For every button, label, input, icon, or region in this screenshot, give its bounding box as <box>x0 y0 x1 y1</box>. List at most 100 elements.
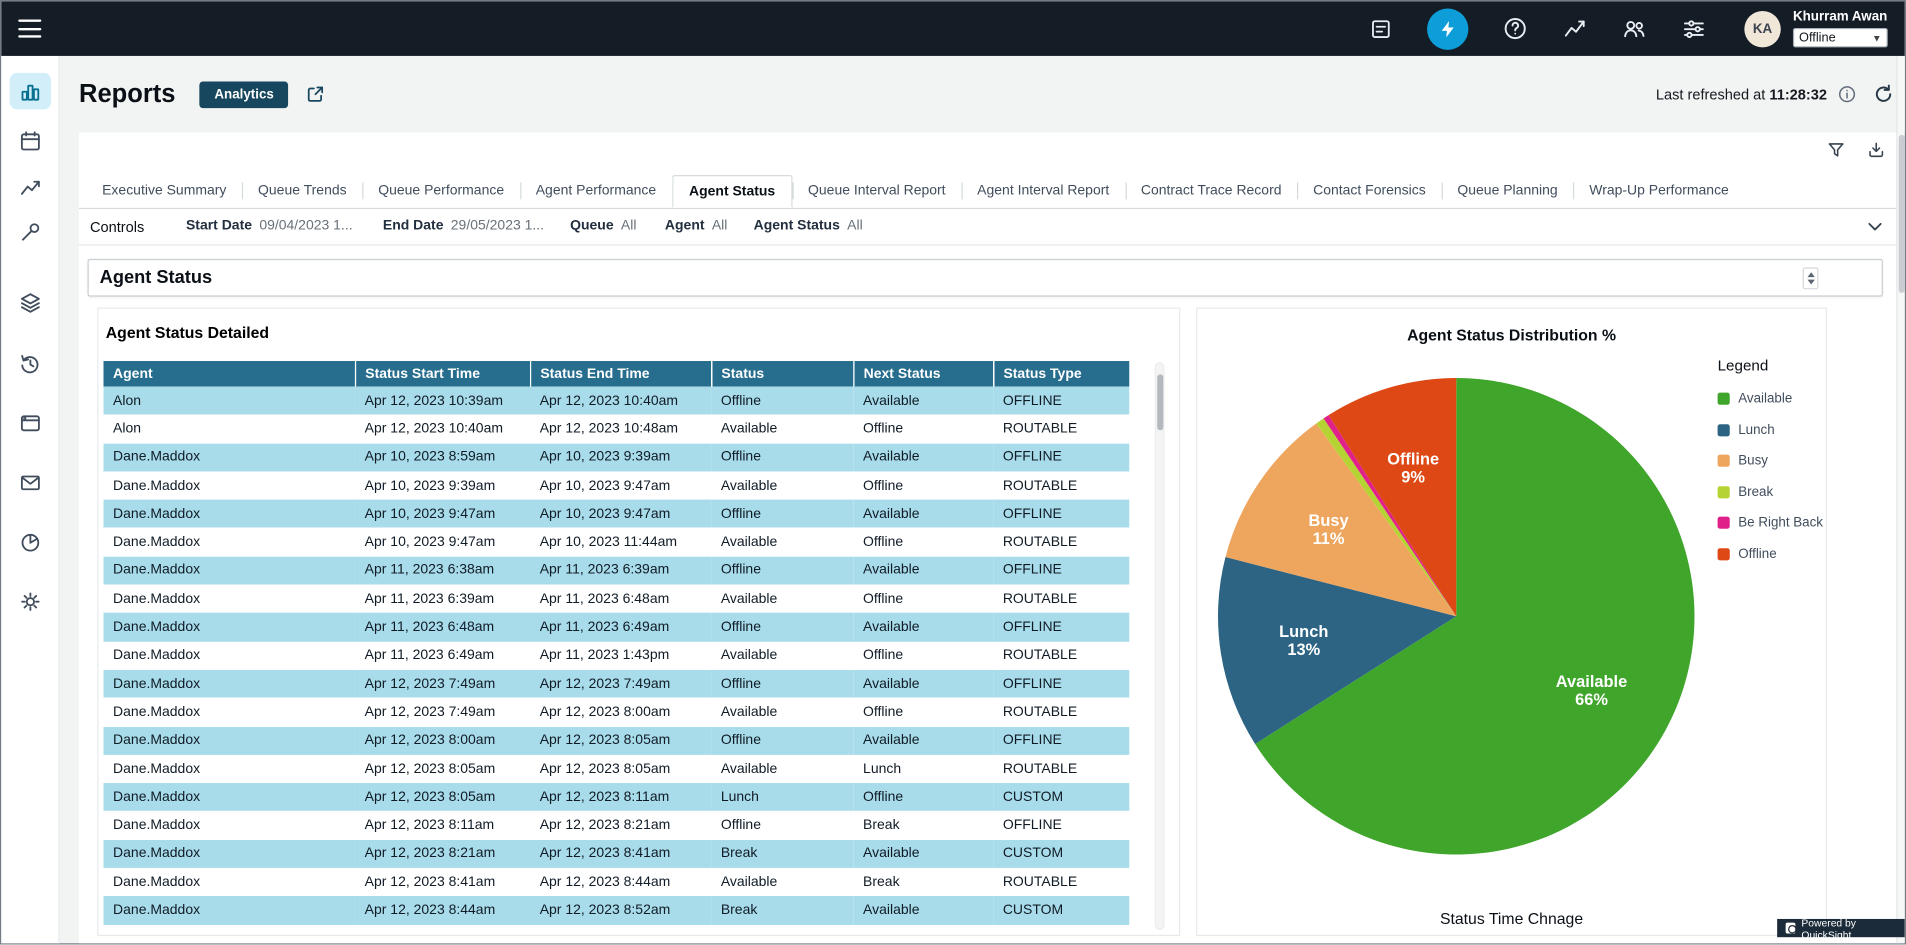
sidebar-item-browser-window[interactable] <box>10 405 51 441</box>
table-cell: Break <box>711 896 853 924</box>
tab-queue-performance[interactable]: Queue Performance <box>362 175 519 208</box>
table-cell: Apr 10, 2023 9:47am <box>355 500 530 528</box>
table-cell: Apr 12, 2023 8:00am <box>530 698 711 726</box>
table-cell: Available <box>711 698 853 726</box>
table-cell: Break <box>853 868 993 896</box>
control-end-date[interactable]: End Date29/05/2023 1... <box>383 219 544 234</box>
agent-status-distribution-panel: Agent Status Distribution % Legend Avail… <box>1196 308 1827 936</box>
control-value: All <box>712 219 728 234</box>
legend-item-busy[interactable]: Busy <box>1718 453 1827 468</box>
filter-icon[interactable] <box>1826 140 1847 161</box>
table-cell: Available <box>711 755 853 783</box>
tab-queue-trends[interactable]: Queue Trends <box>242 175 362 208</box>
table-cell: Offline <box>853 641 993 669</box>
user-status-select[interactable]: Offline ▼ <box>1793 28 1888 47</box>
sidebar-item-tools[interactable] <box>10 214 51 250</box>
legend-item-lunch[interactable]: Lunch <box>1718 422 1827 437</box>
table-cell: OFFLINE <box>993 443 1129 471</box>
tab-contract-trace-record[interactable]: Contract Trace Record <box>1125 175 1297 208</box>
download-icon[interactable] <box>1866 140 1887 161</box>
menu-icon[interactable] <box>18 19 41 37</box>
sidebar-item-gear[interactable] <box>10 583 51 619</box>
control-agent[interactable]: AgentAll <box>665 219 727 234</box>
settings-sliders-icon[interactable] <box>1680 15 1707 42</box>
column-header-status-type[interactable]: Status Type <box>993 361 1129 387</box>
legend-item-available[interactable]: Available <box>1718 391 1827 406</box>
users-icon[interactable] <box>1620 15 1647 42</box>
table-row: Dane.MaddoxApr 10, 2023 9:39amApr 10, 20… <box>103 472 1129 500</box>
column-header-status-start-time[interactable]: Status Start Time <box>355 361 530 387</box>
table-scrollbar-thumb[interactable] <box>1157 374 1163 430</box>
controls-label: Controls <box>90 219 144 236</box>
stepper-control[interactable] <box>1803 267 1819 289</box>
analytics-button[interactable]: Analytics <box>200 81 289 108</box>
pie-chart: Available66%Lunch13%Busy11%Offline9% <box>1214 374 1698 858</box>
column-header-status[interactable]: Status <box>711 361 853 387</box>
legend-item-be-right-back[interactable]: Be Right Back <box>1718 515 1827 530</box>
sidebar-item-pie-usage[interactable] <box>10 524 51 560</box>
page-scrollbar-thumb[interactable] <box>1898 135 1904 293</box>
avatar[interactable]: KA <box>1744 11 1780 47</box>
agent-status-table: AgentStatus Start TimeStatus End TimeSta… <box>103 361 1129 925</box>
metrics-icon[interactable] <box>1561 15 1588 42</box>
table-cell: Dane.Maddox <box>103 443 355 471</box>
control-value: All <box>847 219 863 234</box>
column-header-agent[interactable]: Agent <box>103 361 355 387</box>
table-cell: ROUTABLE <box>993 868 1129 896</box>
control-label: Queue <box>570 219 614 234</box>
page-scrollbar[interactable] <box>1896 56 1905 945</box>
sidebar-item-history[interactable] <box>10 345 51 381</box>
tab-wrap-up-performance[interactable]: Wrap-Up Performance <box>1573 175 1744 208</box>
info-icon[interactable] <box>1838 85 1856 103</box>
control-start-date[interactable]: Start Date09/04/2023 1... <box>186 219 353 234</box>
table-cell: OFFLINE <box>993 670 1129 698</box>
legend-item-break[interactable]: Break <box>1718 484 1827 499</box>
pie-label-busy: Busy11% <box>1308 512 1349 548</box>
table-row: Dane.MaddoxApr 12, 2023 8:11amApr 12, 20… <box>103 811 1129 839</box>
tab-queue-interval-report[interactable]: Queue Interval Report <box>792 175 961 208</box>
sidebar-item-calendar[interactable] <box>10 123 51 159</box>
flash-icon[interactable] <box>1427 8 1468 49</box>
table-scrollbar[interactable] <box>1155 362 1165 930</box>
table-cell: Dane.Maddox <box>103 528 355 556</box>
table-cell: Available <box>853 896 993 924</box>
sidebar-item-analytics-bars[interactable] <box>10 73 51 109</box>
refresh-icon[interactable] <box>1872 83 1895 106</box>
tab-executive-summary[interactable]: Executive Summary <box>86 175 242 208</box>
table-cell: Lunch <box>711 783 853 811</box>
tab-queue-planning[interactable]: Queue Planning <box>1442 175 1574 208</box>
column-header-status-end-time[interactable]: Status End Time <box>530 361 711 387</box>
table-cell: OFFLINE <box>993 387 1129 415</box>
tab-agent-interval-report[interactable]: Agent Interval Report <box>961 175 1125 208</box>
legend-label: Break <box>1738 484 1773 499</box>
tab-agent-status[interactable]: Agent Status <box>672 175 792 208</box>
task-icon[interactable] <box>1368 15 1395 42</box>
table-cell: Offline <box>711 443 853 471</box>
sidebar-item-mail[interactable] <box>10 464 51 500</box>
control-value: All <box>621 219 637 234</box>
tab-agent-performance[interactable]: Agent Performance <box>520 175 672 208</box>
control-queue[interactable]: Queue All <box>570 219 636 234</box>
sidebar <box>1 56 59 945</box>
controls-chevron-down-icon[interactable] <box>1866 218 1884 236</box>
control-label: Agent Status <box>754 219 840 234</box>
legend-label: Lunch <box>1738 422 1774 437</box>
table-cell: Offline <box>711 811 853 839</box>
legend-item-offline[interactable]: Offline <box>1718 546 1827 561</box>
table-cell: Offline <box>711 500 853 528</box>
table-cell: Apr 12, 2023 8:21am <box>530 811 711 839</box>
user-name: Khurram Awan <box>1793 10 1888 25</box>
external-link-icon[interactable] <box>305 84 326 105</box>
user-block: KA Khurram Awan Offline ▼ <box>1744 10 1887 48</box>
help-icon[interactable] <box>1501 15 1528 42</box>
browser-window-icon <box>18 411 42 435</box>
table-cell: Apr 12, 2023 8:21am <box>355 840 530 868</box>
table-cell: Apr 12, 2023 8:05am <box>530 755 711 783</box>
sidebar-item-trend-line[interactable] <box>10 169 51 205</box>
column-header-next-status[interactable]: Next Status <box>853 361 993 387</box>
tab-contact-forensics[interactable]: Contact Forensics <box>1297 175 1441 208</box>
table-cell: Available <box>853 613 993 641</box>
control-agent-status[interactable]: Agent Status All <box>754 219 863 234</box>
sidebar-item-layers[interactable] <box>10 284 51 320</box>
legend-swatch <box>1718 486 1730 498</box>
